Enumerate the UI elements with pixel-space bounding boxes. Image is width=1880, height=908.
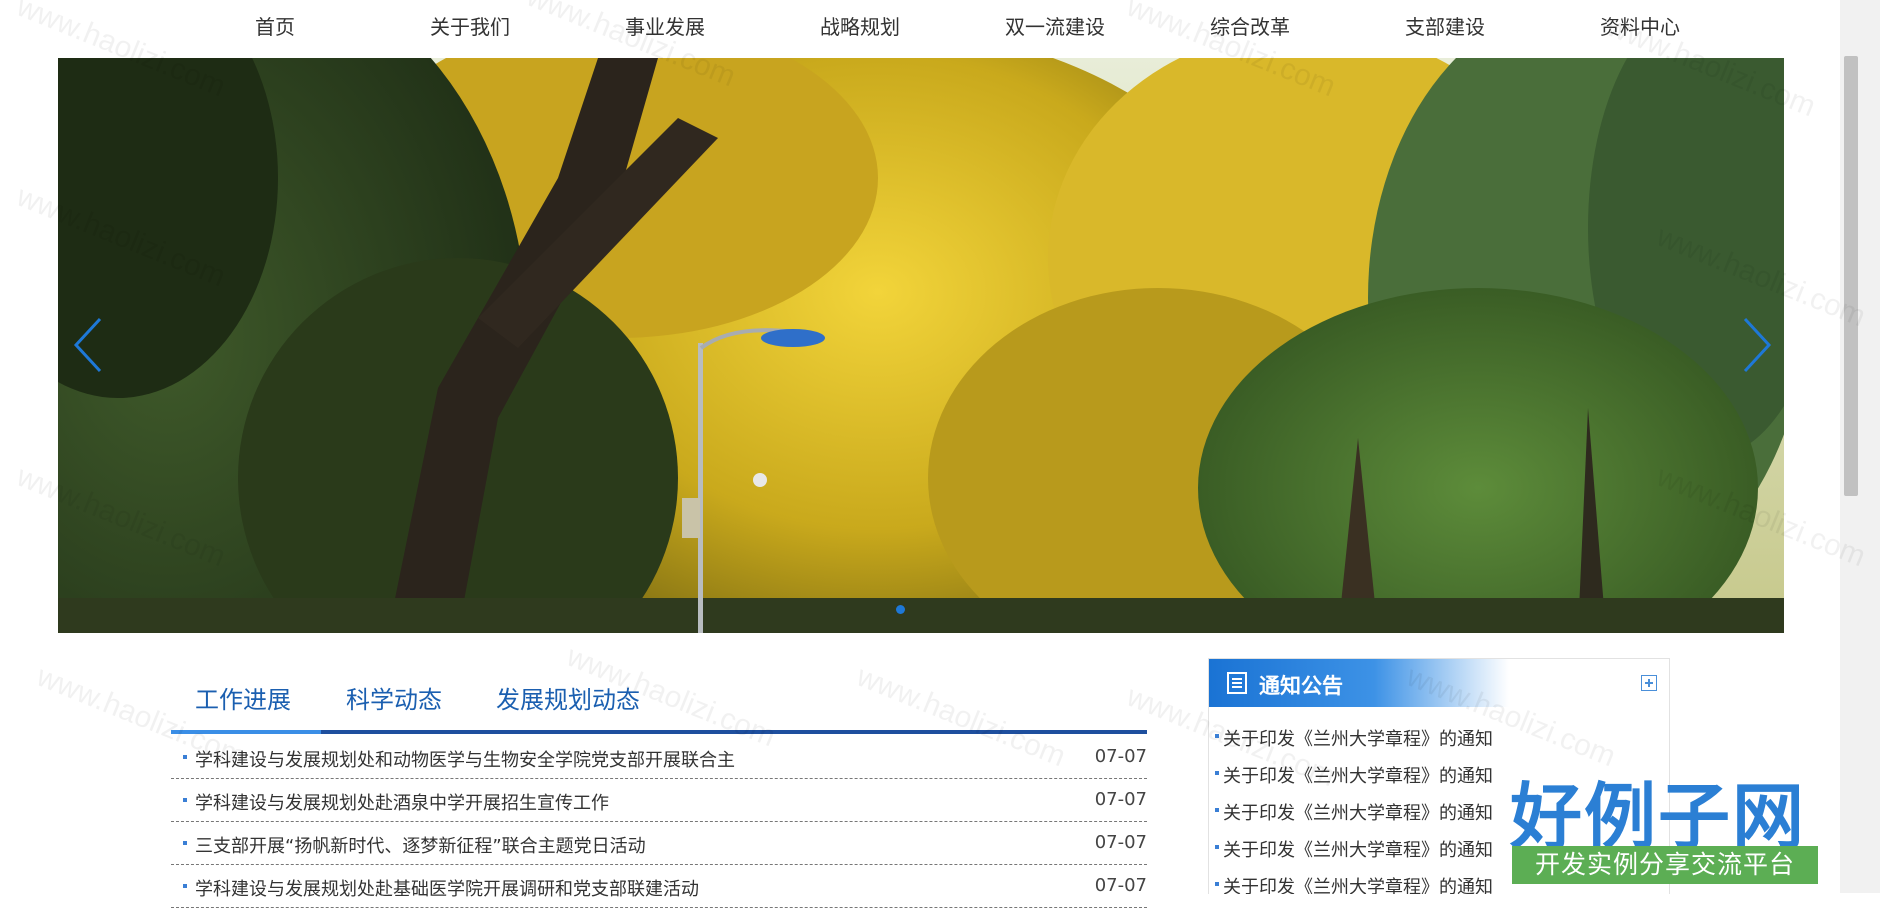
news-date: 07-07: [1094, 789, 1147, 810]
bullet-icon: [1215, 845, 1219, 849]
news-section: 工作进展 科学动态 发展规划动态 学科建设与发展规划处和动物医学与生物安全学院党…: [171, 660, 1147, 908]
tab-science-news[interactable]: 科学动态: [346, 680, 442, 715]
list-document-icon: [1227, 672, 1247, 694]
news-title[interactable]: 学科建设与发展规划处赴酒泉中学开展招生宣传工作: [195, 789, 609, 815]
notice-header: 通知公告: [1209, 659, 1509, 707]
nav-item-branch[interactable]: 支部建设: [1365, 12, 1525, 42]
bullet-icon: [1215, 808, 1219, 812]
nav-item-strategy[interactable]: 战略规划: [780, 12, 940, 42]
page-scrollbar-thumb[interactable]: [1844, 56, 1858, 496]
top-navigation: 首页 关于我们 事业发展 战略规划 双一流建设 综合改革 支部建设 资料中心: [0, 0, 1840, 58]
banner-prev-button[interactable]: [70, 315, 110, 375]
tab-work-progress[interactable]: 工作进展: [195, 680, 291, 715]
banner-next-button[interactable]: [1735, 315, 1775, 375]
news-tabs: 工作进展 科学动态 发展规划动态: [171, 660, 1147, 734]
site-logo[interactable]: 好例子网 开发实例分享交流平台: [1500, 758, 1830, 893]
list-item[interactable]: 学科建设与发展规划处赴基础医学院开展调研和党支部联建活动 07-07: [171, 865, 1147, 908]
news-title[interactable]: 学科建设与发展规划处赴基础医学院开展调研和党支部联建活动: [195, 875, 699, 901]
news-title[interactable]: 学科建设与发展规划处和动物医学与生物安全学院党支部开展联合主: [195, 746, 735, 772]
logo-sub-text: 开发实例分享交流平台: [1512, 846, 1818, 884]
bullet-icon: [1215, 771, 1219, 775]
list-item[interactable]: 学科建设与发展规划处赴酒泉中学开展招生宣传工作 07-07: [171, 779, 1147, 822]
bullet-icon: [1215, 734, 1219, 738]
tab-active-indicator: [171, 730, 321, 734]
bullet-icon: [1215, 882, 1219, 886]
nav-item-development[interactable]: 事业发展: [585, 12, 745, 42]
nav-item-reform[interactable]: 综合改革: [1170, 12, 1330, 42]
bullet-icon: [183, 798, 187, 802]
notice-link[interactable]: 关于印发《兰州大学章程》的通知: [1223, 725, 1493, 751]
news-date: 07-07: [1094, 746, 1147, 767]
notice-link[interactable]: 关于印发《兰州大学章程》的通知: [1223, 799, 1493, 825]
nav-item-about[interactable]: 关于我们: [390, 12, 550, 42]
bullet-icon: [183, 884, 187, 888]
news-date: 07-07: [1094, 832, 1147, 853]
chevron-left-icon: [73, 317, 102, 373]
notice-link[interactable]: 关于印发《兰州大学章程》的通知: [1223, 836, 1493, 862]
notice-link[interactable]: 关于印发《兰州大学章程》的通知: [1223, 762, 1493, 788]
news-list: 学科建设与发展规划处和动物医学与生物安全学院党支部开展联合主 07-07 学科建…: [171, 736, 1147, 908]
bullet-icon: [183, 841, 187, 845]
banner-pagination-dot[interactable]: [896, 605, 905, 614]
list-item[interactable]: 关于印发《兰州大学章程》的通知: [1209, 719, 1669, 756]
chevron-right-icon: [1743, 317, 1772, 373]
list-item[interactable]: 三支部开展“扬帆新时代、逐梦新征程”联合主题党日活动 07-07: [171, 822, 1147, 865]
nav-item-double-first-class[interactable]: 双一流建设: [975, 12, 1135, 42]
list-item[interactable]: 学科建设与发展规划处和动物医学与生物安全学院党支部开展联合主 07-07: [171, 736, 1147, 779]
notice-title: 通知公告: [1259, 674, 1343, 698]
tab-planning-news[interactable]: 发展规划动态: [496, 680, 640, 715]
bullet-icon: [183, 755, 187, 759]
notice-link[interactable]: 关于印发《兰州大学章程》的通知: [1223, 873, 1493, 894]
plus-box-icon[interactable]: [1641, 675, 1657, 691]
nav-item-resources[interactable]: 资料中心: [1560, 12, 1720, 42]
hero-banner-image: [58, 58, 1784, 633]
banner-forest-illustration: [58, 58, 1784, 633]
news-title[interactable]: 三支部开展“扬帆新时代、逐梦新征程”联合主题党日活动: [195, 832, 646, 858]
nav-item-home[interactable]: 首页: [195, 12, 355, 42]
